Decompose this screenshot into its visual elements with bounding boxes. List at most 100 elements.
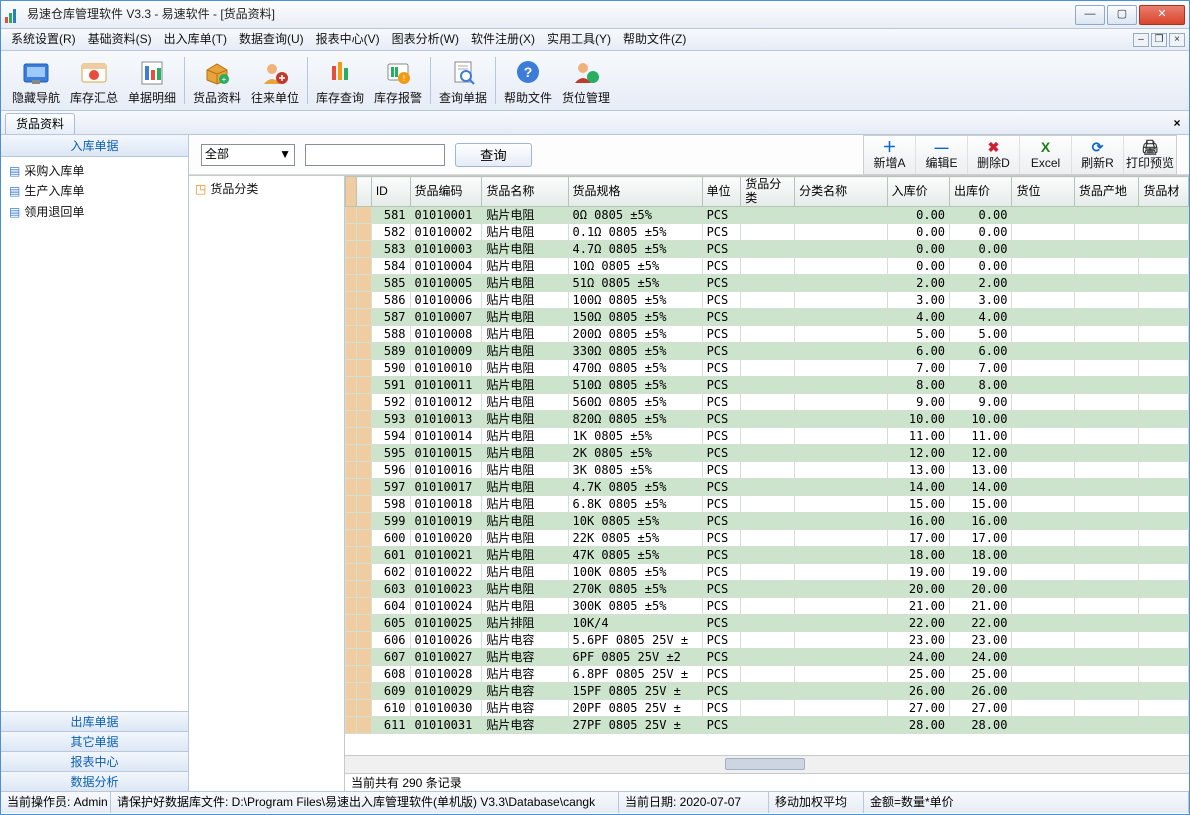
table-row[interactable]: 60401010024贴片电阻300K 0805 ±5%PCS21.0021.0… — [346, 597, 1189, 614]
mdi-restore-button[interactable]: ❐ — [1151, 33, 1167, 47]
toolbar-stock-q-button[interactable]: 库存查询 — [311, 53, 369, 108]
menu-item-7[interactable]: 实用工具(Y) — [541, 30, 617, 48]
document-icon: ▤ — [9, 164, 20, 178]
table-row[interactable]: 58101010001贴片电阻0Ω 0805 ±5%PCS0.000.00 — [346, 206, 1189, 223]
menu-item-2[interactable]: 出入库单(T) — [158, 30, 233, 48]
maximize-button[interactable]: ▢ — [1107, 5, 1137, 25]
menu-item-0[interactable]: 系统设置(R) — [5, 30, 82, 48]
col-header[interactable]: 货品产地 — [1074, 177, 1139, 207]
table-row[interactable]: 59301010013贴片电阻820Ω 0805 ±5%PCS10.0010.0… — [346, 410, 1189, 427]
table-row[interactable]: 59401010014贴片电阻1K 0805 ±5%PCS11.0011.00 — [346, 427, 1189, 444]
table-row[interactable]: 60801010028贴片电容6.8PF 0805 25V ±PCS25.002… — [346, 665, 1189, 682]
minimize-button[interactable]: — — [1075, 5, 1105, 25]
table-row[interactable]: 59201010012贴片电阻560Ω 0805 ±5%PCS9.009.00 — [346, 393, 1189, 410]
table-row[interactable]: 58801010008贴片电阻200Ω 0805 ±5%PCS5.005.00 — [346, 325, 1189, 342]
menu-item-1[interactable]: 基础资料(S) — [82, 30, 158, 48]
nav-section-1[interactable]: 其它单据 — [1, 731, 188, 751]
table-row[interactable]: 58701010007贴片电阻150Ω 0805 ±5%PCS4.004.00 — [346, 308, 1189, 325]
col-header[interactable]: 分类名称 — [795, 177, 888, 207]
bill-q-icon — [447, 56, 479, 88]
action-新增A-button[interactable]: ＋新增A — [864, 136, 916, 174]
action-打印预览-button[interactable]: 🖨打印预览 — [1124, 136, 1176, 174]
toolbar-bill-q-button[interactable]: 查询单据 — [434, 53, 492, 108]
nav-section-inbound[interactable]: 入库单据 — [1, 135, 188, 157]
menu-item-4[interactable]: 报表中心(V) — [310, 30, 386, 48]
horizontal-scrollbar[interactable] — [345, 755, 1189, 773]
table-row[interactable]: 61001010030贴片电容20PF 0805 25V ±PCS27.0027… — [346, 699, 1189, 716]
col-header[interactable] — [356, 177, 371, 207]
toolbar-loc-button[interactable]: 货位管理 — [557, 53, 615, 108]
col-header[interactable]: ID — [371, 177, 410, 207]
toolbar-stock-sum-button[interactable]: 库存汇总 — [65, 53, 123, 108]
tab-close-button[interactable]: × — [1169, 116, 1185, 132]
col-header[interactable]: 货品材 — [1139, 177, 1189, 207]
table-row[interactable]: 58601010006贴片电阻100Ω 0805 ±5%PCS3.003.00 — [346, 291, 1189, 308]
window-title: 易速仓库管理软件 V3.3 - 易速软件 - [货品资料] — [27, 7, 1073, 21]
table-row[interactable]: 59001010010贴片电阻470Ω 0805 ±5%PCS7.007.00 — [346, 359, 1189, 376]
close-button[interactable]: ✕ — [1139, 5, 1185, 25]
table-row[interactable]: 59901010019贴片电阻10K 0805 ±5%PCS16.0016.00 — [346, 512, 1189, 529]
mdi-close-button[interactable]: × — [1169, 33, 1185, 47]
menu-item-5[interactable]: 图表分析(W) — [386, 30, 465, 48]
table-row[interactable]: 61101010031贴片电容27PF 0805 25V ±PCS28.0028… — [346, 716, 1189, 733]
table-row[interactable]: 58301010003贴片电阻4.7Ω 0805 ±5%PCS0.000.00 — [346, 240, 1189, 257]
col-header[interactable]: 出库价 — [950, 177, 1012, 207]
nav-section-0[interactable]: 出库单据 — [1, 711, 188, 731]
table-row[interactable]: 60201010022贴片电阻100K 0805 ±5%PCS19.0019.0… — [346, 563, 1189, 580]
tab-goods[interactable]: 货品资料 — [5, 113, 75, 134]
col-header[interactable]: 货品名称 — [482, 177, 568, 207]
svg-text:+: + — [222, 75, 227, 84]
toolbar-hide-nav-button[interactable]: 隐藏导航 — [7, 53, 65, 108]
toolbar-stock-w-button[interactable]: !库存报警 — [369, 53, 427, 108]
table-row[interactable]: 58501010005贴片电阻51Ω 0805 ±5%PCS2.002.00 — [346, 274, 1189, 291]
nav-item-0[interactable]: ▤采购入库单 — [1, 161, 188, 181]
tree-root[interactable]: ◳ 货品分类 — [195, 182, 338, 196]
table-row[interactable]: 59701010017贴片电阻4.7K 0805 ±5%PCS14.0014.0… — [346, 478, 1189, 495]
nav-section-2[interactable]: 报表中心 — [1, 751, 188, 771]
nav-item-1[interactable]: ▤生产入库单 — [1, 181, 188, 201]
toolbar-help-button[interactable]: ?帮助文件 — [499, 53, 557, 108]
table-row[interactable]: 59101010011贴片电阻510Ω 0805 ±5%PCS8.008.00 — [346, 376, 1189, 393]
table-row[interactable]: 60001010020贴片电阻22K 0805 ±5%PCS17.0017.00 — [346, 529, 1189, 546]
nav-item-2[interactable]: ▤领用退回单 — [1, 202, 188, 222]
data-grid[interactable]: ID货品编码货品名称货品规格单位货品分类分类名称入库价出库价货位货品产地货品材5… — [345, 176, 1189, 755]
col-header[interactable]: 货品规格 — [568, 177, 702, 207]
table-row[interactable]: 58401010004贴片电阻10Ω 0805 ±5%PCS0.000.00 — [346, 257, 1189, 274]
table-row[interactable]: 60901010029贴片电容15PF 0805 25V ±PCS26.0026… — [346, 682, 1189, 699]
col-header[interactable]: 货品分类 — [741, 177, 795, 207]
table-row[interactable]: 60601010026贴片电容5.6PF 0805 25V ±PCS23.002… — [346, 631, 1189, 648]
mdi-minimize-button[interactable]: – — [1133, 33, 1149, 47]
table-row[interactable]: 58201010002贴片电阻0.1Ω 0805 ±5%PCS0.000.00 — [346, 223, 1189, 240]
col-header[interactable]: 货品编码 — [410, 177, 482, 207]
toolbar-goods-button[interactable]: +货品资料 — [188, 53, 246, 108]
menu-item-6[interactable]: 软件注册(X) — [465, 30, 541, 48]
table-row[interactable]: 58901010009贴片电阻330Ω 0805 ±5%PCS6.006.00 — [346, 342, 1189, 359]
search-button[interactable]: 查询 — [455, 143, 532, 167]
action-刷新R-button[interactable]: ⟳刷新R — [1072, 136, 1124, 174]
table-row[interactable]: 60501010025贴片排阻10K/4PCS22.0022.00 — [346, 614, 1189, 631]
col-header[interactable]: 单位 — [702, 177, 741, 207]
action-Excel-button[interactable]: XExcel — [1020, 136, 1072, 174]
col-header[interactable]: 入库价 — [887, 177, 949, 207]
toolbar-bill-detail-button[interactable]: 单据明细 — [123, 53, 181, 108]
table-row[interactable]: 59501010015贴片电阻2K 0805 ±5%PCS12.0012.00 — [346, 444, 1189, 461]
bill-detail-icon — [136, 56, 168, 88]
record-count: 当前共有 290 条记录 — [345, 773, 1189, 791]
toolbar-partner-button[interactable]: 往来单位 — [246, 53, 304, 108]
menu-item-3[interactable]: 数据查询(U) — [233, 30, 310, 48]
action-删除D-button[interactable]: ✖删除D — [968, 136, 1020, 174]
status-db: 请保护好数据库文件: D:\Program Files\易速出入库管理软件(单机… — [111, 792, 619, 813]
col-header[interactable]: 货位 — [1012, 177, 1074, 207]
filter-combo[interactable]: 全部 ▼ — [201, 144, 295, 166]
table-row[interactable]: 59601010016贴片电阻3K 0805 ±5%PCS13.0013.00 — [346, 461, 1189, 478]
menu-item-8[interactable]: 帮助文件(Z) — [617, 30, 692, 48]
tabstrip: 货品资料 × — [1, 111, 1189, 135]
table-row[interactable]: 60301010023贴片电阻270K 0805 ±5%PCS20.0020.0… — [346, 580, 1189, 597]
nav-section-3[interactable]: 数据分析 — [1, 771, 188, 791]
table-row[interactable]: 59801010018贴片电阻6.8K 0805 ±5%PCS15.0015.0… — [346, 495, 1189, 512]
titlebar: 易速仓库管理软件 V3.3 - 易速软件 - [货品资料] — ▢ ✕ — [1, 1, 1189, 29]
action-编辑E-button[interactable]: —编辑E — [916, 136, 968, 174]
table-row[interactable]: 60101010021贴片电阻47K 0805 ±5%PCS18.0018.00 — [346, 546, 1189, 563]
table-row[interactable]: 60701010027贴片电容6PF 0805 25V ±2PCS24.0024… — [346, 648, 1189, 665]
search-input[interactable] — [305, 144, 445, 166]
